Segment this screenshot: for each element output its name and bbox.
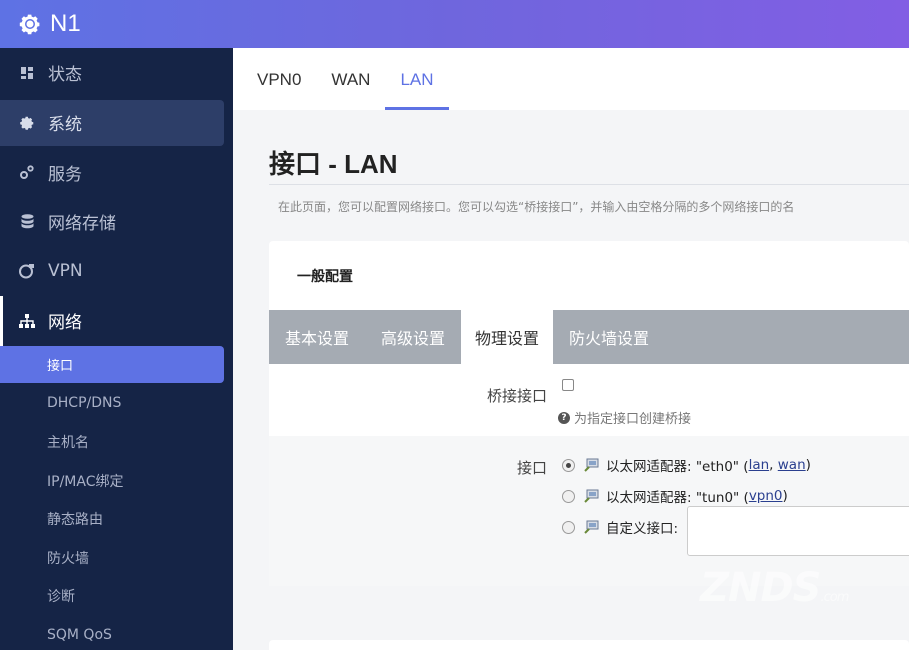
radio-tun0[interactable] [562,489,575,503]
sidebar-subitem-firewall[interactable]: 防火墙 [0,538,233,577]
sidebar-subitem-label: 主机名 [47,434,89,451]
bridge-row: 桥接接口 ? 为指定接口创建桥接 [269,364,909,436]
bridge-hint: ? 为指定接口创建桥接 [558,408,691,427]
tab-vpn0[interactable]: VPN0 [257,70,301,110]
sidebar-item-label: 系统 [48,115,82,135]
database-icon [18,214,36,229]
globe-lock-icon [18,263,36,279]
sidebar-subitem-label: 接口 [47,358,74,374]
sidebar-subitem-static-routes[interactable]: 静态路由 [0,500,233,539]
sidebar-subitem-label: DHCP/DNS [47,395,122,412]
sidebar: 状态 系统 服务 网络存储 VPN 网络 接口 DHCP/DNS 主机名 IP/… [0,48,233,650]
sidebar-item-label: 状态 [48,65,82,86]
eth0-suffix: ) [805,457,811,473]
sidebar-item-label: 网络存储 [48,214,116,235]
sidebar-subitem-label: SQM QoS [47,626,112,643]
main-content: VPN0 WAN LAN 接口 - LAN 在此页面，您可以配置网络接口。您可以… [233,48,909,650]
tun0-suffix: ) [782,488,788,504]
top-bar: N1 [0,0,909,48]
bridge-label: 桥接接口 [486,387,547,405]
sidebar-item-status[interactable]: 状态 [0,48,233,98]
general-config-card: 一般配置 基本设置 高级设置 物理设置 防火墙设置 桥接接口 ? 为指定接口创建… [269,241,909,586]
sidebar-subitem-label: 静态路由 [47,512,103,529]
eth0-sep: , [769,457,778,473]
interface-option-tun0[interactable]: 以太网适配器: "tun0" ( vpn0 ) [562,486,788,506]
ethernet-adapter-icon [584,458,599,472]
card-title: 一般配置 [297,269,353,285]
subtab-firewall-settings[interactable]: 防火墙设置 [553,310,665,364]
dashboard-icon [18,66,36,79]
watermark: ZNDS.com [700,565,850,611]
title-divider [269,184,909,185]
tab-wan[interactable]: WAN [331,70,370,110]
sidebar-item-vpn[interactable]: VPN [0,247,233,297]
custom-interface-input[interactable] [687,506,909,556]
config-subtabs: 基本设置 高级设置 物理设置 防火墙设置 [269,310,909,364]
sidebar-item-system[interactable]: 系统 [0,99,224,146]
sidebar-subitem-diagnostics[interactable]: 诊断 [0,577,233,616]
sidebar-subitem-label: 防火墙 [47,550,89,567]
ethernet-adapter-icon [584,489,599,503]
subtab-physical-settings[interactable]: 物理设置 [461,310,554,364]
sidebar-item-storage[interactable]: 网络存储 [0,197,233,247]
question-icon: ? [558,411,570,424]
sidebar-subitem-hostnames[interactable]: 主机名 [0,423,233,462]
interface-option-eth0[interactable]: 以太网适配器: "eth0" ( lan , wan ) [562,455,811,475]
custom-interface-label: 自定义接口: [606,521,679,537]
link-lan[interactable]: lan [749,457,770,473]
gear-logo-icon [19,14,40,35]
interface-row: 接口 以太网适配器: "eth0" ( lan , wan ) 以太网适配器: … [269,436,909,586]
tun0-prefix: 以太网适配器: "tun0" ( [606,490,749,506]
radio-eth0[interactable] [562,458,575,472]
sidebar-subitem-label: 诊断 [47,589,75,606]
link-vpn0[interactable]: vpn0 [749,488,783,504]
gear-icon [18,115,36,131]
gears-icon [18,164,36,180]
sidebar-subitem-dhcp-dns[interactable]: DHCP/DNS [0,384,233,423]
watermark-suffix: .com [820,590,850,605]
watermark-text: ZNDS [700,565,821,611]
sidebar-item-label: 网络 [48,313,82,334]
next-card [269,640,909,650]
bridge-hint-text: 为指定接口创建桥接 [574,412,692,427]
subtab-basic-settings[interactable]: 基本设置 [269,310,365,364]
interface-option-custom[interactable]: 自定义接口: [562,517,678,537]
eth0-prefix: 以太网适配器: "eth0" ( [606,459,749,475]
sidebar-subitem-label: IP/MAC绑定 [47,473,124,490]
subtab-advanced-settings[interactable]: 高级设置 [365,310,461,364]
sidebar-subitem-ip-mac-binding[interactable]: IP/MAC绑定 [0,461,233,500]
page-description: 在此页面，您可以配置网络接口。您可以勾选“桥接接口”，并输入由空格分隔的多个网络… [278,200,795,214]
sidebar-item-services[interactable]: 服务 [0,148,233,198]
sidebar-item-label: VPN [48,261,83,282]
bridge-checkbox[interactable] [562,379,574,391]
sidebar-item-label: 服务 [48,164,82,185]
link-wan[interactable]: wan [778,457,806,473]
sidebar-item-network[interactable]: 网络 [0,296,233,346]
brand[interactable]: N1 [18,10,81,38]
ethernet-adapter-icon [584,520,599,534]
page-title: 接口 - LAN [269,149,398,179]
sitemap-icon [18,313,36,328]
interface-label: 接口 [516,459,547,477]
sidebar-subitem-interfaces[interactable]: 接口 [0,345,224,383]
tab-lan[interactable]: LAN [385,70,449,110]
brand-title: N1 [50,10,81,37]
sidebar-subitem-sqm-qos[interactable]: SQM QoS [0,616,233,650]
radio-custom[interactable] [562,520,575,534]
interface-tabs: VPN0 WAN LAN [233,48,909,110]
